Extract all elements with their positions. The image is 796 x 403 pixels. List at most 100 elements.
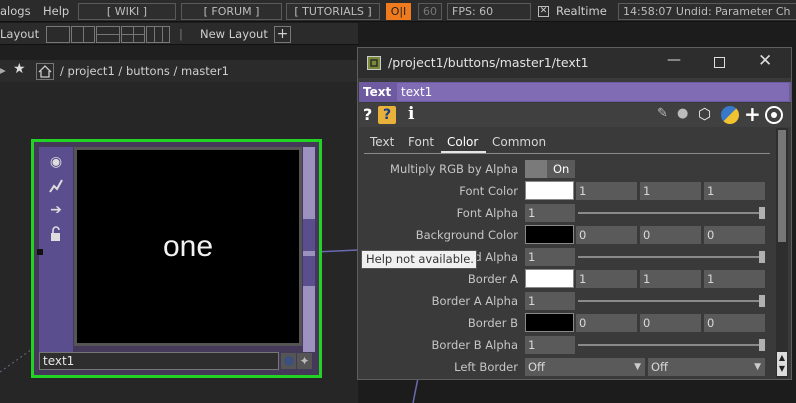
tutorials-button[interactable]: [ TUTORIALS ] xyxy=(286,3,380,20)
add-layout-icon[interactable]: + xyxy=(274,26,291,43)
border-a-alpha-field[interactable]: 1 xyxy=(525,292,575,310)
font-alpha-slider[interactable] xyxy=(578,212,765,214)
scrollbar-thumb[interactable] xyxy=(778,130,786,242)
layout-preset-single-icon[interactable] xyxy=(46,26,70,43)
font-color-b[interactable]: 1 xyxy=(704,182,765,200)
node-output-connector-b[interactable] xyxy=(303,256,315,286)
menu-help[interactable]: Help xyxy=(43,4,69,19)
new-layout-label: New Layout xyxy=(200,27,268,41)
tab-text[interactable]: Text xyxy=(370,135,394,149)
info-icon[interactable]: i xyxy=(408,104,414,124)
border-b-alpha-slider[interactable] xyxy=(578,344,765,346)
network-path[interactable]: / project1 / buttons / master1 xyxy=(60,64,229,79)
node-name-label[interactable]: text1 xyxy=(39,352,279,370)
help-tooltip: Help not available. xyxy=(361,250,477,269)
op-name-field[interactable]: text1 xyxy=(397,83,789,101)
layout-presets xyxy=(46,26,171,43)
home-icon[interactable] xyxy=(36,63,54,80)
forum-button[interactable]: [ FORUM ] xyxy=(181,3,282,20)
font-color-swatch[interactable] xyxy=(525,181,574,200)
export-arrow-icon[interactable]: ➔ xyxy=(47,201,65,219)
minimize-icon[interactable]: — xyxy=(667,52,681,68)
oi-toggle[interactable]: O|I xyxy=(386,3,411,20)
close-icon[interactable]: ✕ xyxy=(758,51,772,71)
menu-value: Off xyxy=(528,360,545,374)
left-border-menu-a[interactable]: Off ▼ xyxy=(525,358,645,376)
border-a-swatch[interactable] xyxy=(525,269,574,288)
layout-preset-split-h-icon[interactable] xyxy=(96,26,120,43)
bar-spacer xyxy=(0,45,358,60)
edit-pencil-icon[interactable]: ✎ xyxy=(657,106,668,121)
border-b-alpha-field[interactable]: 1 xyxy=(525,336,575,354)
realtime-checkbox-icon[interactable]: ✕ xyxy=(538,6,549,17)
border-a-r[interactable]: 1 xyxy=(576,270,637,288)
target-icon[interactable] xyxy=(765,106,783,124)
comment-icon[interactable]: ● xyxy=(677,106,688,121)
multiply-rgb-toggle[interactable]: On xyxy=(525,160,575,178)
node-input-connector[interactable] xyxy=(37,249,43,255)
background-alpha-field[interactable]: 1 xyxy=(525,248,575,266)
layout-preset-triple-icon[interactable] xyxy=(146,26,170,43)
bookmark-star-icon[interactable]: ★ xyxy=(13,62,26,77)
viewer-toggle-icon[interactable]: ◉ xyxy=(47,153,65,171)
background-color-b[interactable]: 0 xyxy=(704,226,765,244)
slider-knob[interactable] xyxy=(759,339,765,351)
slider-knob[interactable] xyxy=(759,295,765,307)
fps-display: FPS: 60 xyxy=(447,3,531,20)
path-left-arrow-icon[interactable]: ▸ xyxy=(0,63,6,78)
toggle-state: On xyxy=(553,162,570,176)
node-viewer-text: one xyxy=(162,229,214,263)
param-label: Border B xyxy=(467,316,518,330)
node-viewer-circle-icon[interactable] xyxy=(281,353,296,369)
border-b-b[interactable]: 0 xyxy=(704,314,765,332)
panel-toolbar: ? ? i ✎ ● ⬡ + xyxy=(359,102,791,127)
tab-color[interactable]: Color xyxy=(447,135,478,149)
border-b-g[interactable]: 0 xyxy=(640,314,701,332)
panel-scrollbar[interactable]: ▲ ▼ xyxy=(776,128,788,378)
panel-title-bar[interactable]: /project1/buttons/master1/text1 — ✕ xyxy=(358,48,791,78)
bookmark-tag-icon[interactable]: ⬡ xyxy=(698,105,711,123)
python-icon[interactable] xyxy=(721,106,739,124)
text-top-node[interactable]: ◉ ➔ one text1 ✦ xyxy=(31,139,322,378)
tab-common[interactable]: Common xyxy=(492,135,546,149)
param-label: Background Color xyxy=(415,228,518,242)
clone-lock-icon[interactable] xyxy=(47,225,65,243)
parameter-panel: /project1/buttons/master1/text1 — ✕ Text… xyxy=(357,47,792,380)
background-alpha-slider[interactable] xyxy=(578,256,765,258)
help-icon[interactable]: ? xyxy=(363,105,372,124)
node-flag-icon[interactable]: ✦ xyxy=(297,353,312,369)
layout-preset-split-v-icon[interactable] xyxy=(71,26,95,43)
background-color-r[interactable]: 0 xyxy=(576,226,637,244)
network-wire-lower xyxy=(412,378,419,403)
border-a-b[interactable]: 1 xyxy=(704,270,765,288)
font-alpha-field[interactable]: 1 xyxy=(525,204,575,222)
background-color-swatch[interactable] xyxy=(525,225,574,244)
wiki-button[interactable]: [ WIKI ] xyxy=(78,3,176,20)
fps-target-field[interactable]: 60 xyxy=(418,3,442,20)
border-a-g[interactable]: 1 xyxy=(640,270,701,288)
node-viewer[interactable]: one xyxy=(74,147,302,346)
realtime-label: Realtime xyxy=(556,4,607,18)
node-side-toolbar: ◉ ➔ xyxy=(39,147,73,352)
node-output-connector-a[interactable] xyxy=(303,219,315,251)
param-label: Font Color xyxy=(459,184,518,198)
font-color-g[interactable]: 1 xyxy=(640,182,701,200)
left-border-menu-b[interactable]: Off ▼ xyxy=(648,358,765,376)
python-help-icon[interactable]: ? xyxy=(378,106,396,124)
border-b-r[interactable]: 0 xyxy=(576,314,637,332)
pulse-icon[interactable] xyxy=(47,177,65,195)
slider-knob[interactable] xyxy=(759,207,765,219)
menu-dialogs[interactable]: alogs xyxy=(0,4,31,19)
op-header: Text text1 xyxy=(359,82,791,102)
border-b-swatch[interactable] xyxy=(525,313,574,332)
scroll-arrows-icon[interactable]: ▲ ▼ xyxy=(777,352,787,376)
add-parameter-icon[interactable]: + xyxy=(744,102,761,126)
slider-knob[interactable] xyxy=(759,251,765,263)
param-label: Font Alpha xyxy=(456,206,518,220)
layout-preset-quad-icon[interactable] xyxy=(121,26,145,43)
background-color-g[interactable]: 0 xyxy=(640,226,701,244)
tab-font[interactable]: Font xyxy=(408,135,434,149)
border-a-alpha-slider[interactable] xyxy=(578,300,765,302)
font-color-r[interactable]: 1 xyxy=(576,182,637,200)
maximize-icon[interactable] xyxy=(714,57,725,68)
